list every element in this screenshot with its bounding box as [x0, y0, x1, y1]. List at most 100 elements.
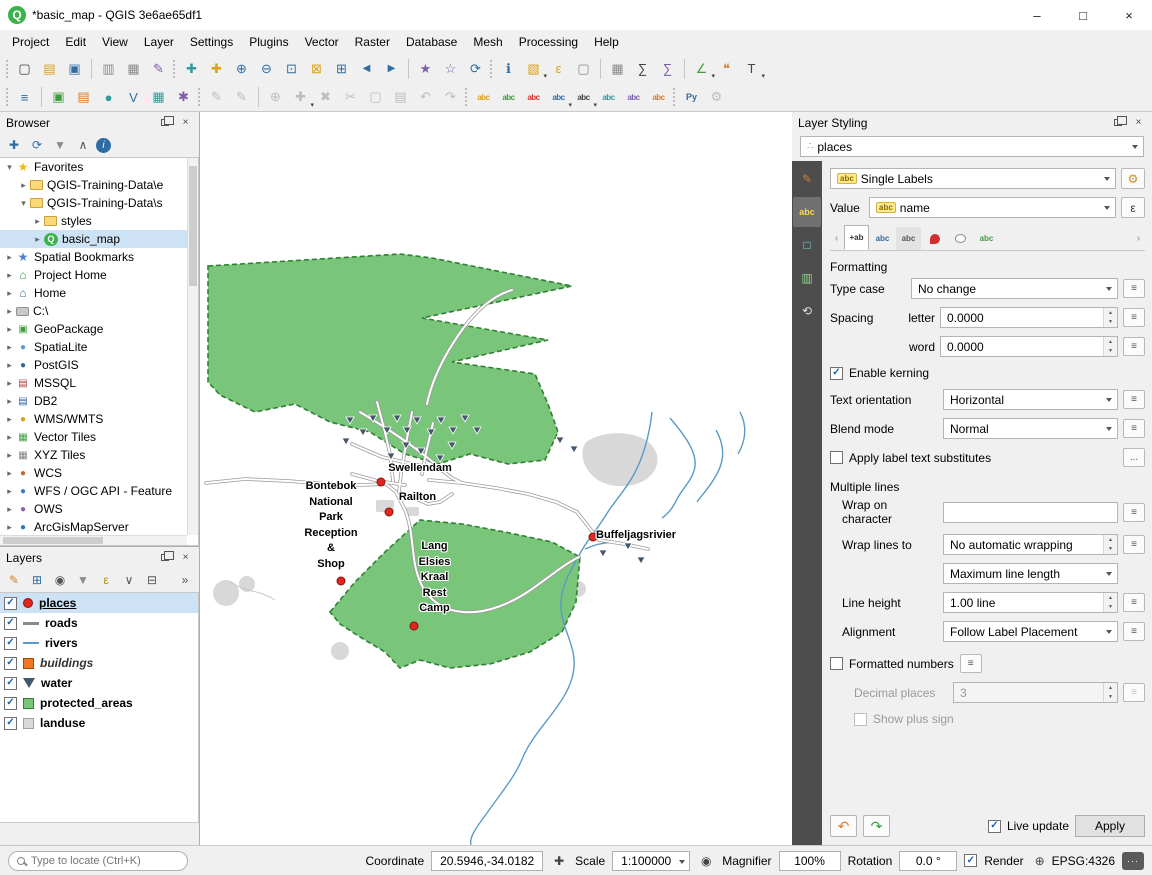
layer-diagram-options-button[interactable]: abc: [497, 86, 520, 109]
open-data-source-manager-button[interactable]: ≡: [13, 86, 36, 109]
wrap-character-input[interactable]: [943, 502, 1118, 523]
browser-horizontal-scrollbar[interactable]: [0, 535, 187, 545]
layer-visibility-checkbox[interactable]: ✓: [4, 617, 17, 630]
decimal-places-spinbox[interactable]: 3 ▲▼: [953, 682, 1118, 703]
expand-arrow-icon[interactable]: ▸: [3, 432, 16, 443]
expand-arrow-icon[interactable]: ▸: [3, 342, 16, 353]
live-update-checkbox[interactable]: ✓: [988, 820, 1001, 833]
toolbar-grip[interactable]: [490, 60, 492, 78]
browser-item-arcgismapserver[interactable]: ▸●ArcGisMapServer: [0, 518, 187, 535]
menu-vector[interactable]: Vector: [297, 32, 347, 52]
vertex-tool-button[interactable]: ✚▾: [289, 86, 312, 109]
change-label-properties-button[interactable]: abc: [647, 86, 670, 109]
deselect-all-button[interactable]: ▢: [572, 57, 595, 80]
new-project-button[interactable]: ▢: [13, 57, 36, 80]
blend-mode-override-button[interactable]: ≡: [1123, 419, 1145, 438]
toolbar-grip[interactable]: [198, 88, 200, 106]
browser-item-vector-tiles[interactable]: ▸▦Vector Tiles: [0, 428, 187, 446]
maximize-button[interactable]: □: [1060, 0, 1106, 30]
menu-plugins[interactable]: Plugins: [241, 32, 296, 52]
expand-arrow-icon[interactable]: ▸: [3, 468, 16, 479]
map-tips-button[interactable]: ❝: [715, 57, 738, 80]
browser-item-qgis-training-data-e[interactable]: ▸QGIS-Training-Data\e: [0, 176, 187, 194]
expand-arrow-icon[interactable]: ▸: [3, 414, 16, 425]
wrap-lines-spinbox[interactable]: No automatic wrapping ▲▼: [943, 534, 1118, 555]
expand-arrow-icon[interactable]: ▸: [3, 306, 16, 317]
processing-toolbox-button[interactable]: ⚙: [705, 86, 728, 109]
python-console-button[interactable]: Py: [680, 86, 703, 109]
refresh-browser-icon[interactable]: ⟳: [27, 135, 47, 155]
menu-settings[interactable]: Settings: [182, 32, 241, 52]
layer-item-rivers[interactable]: ✓rivers: [0, 633, 198, 653]
save-layer-edits-button[interactable]: ✎: [230, 86, 253, 109]
apply-button[interactable]: Apply: [1075, 815, 1145, 837]
layer-item-places[interactable]: ✓places: [0, 593, 198, 613]
new-spatial-bookmark-button[interactable]: ★: [414, 57, 437, 80]
expand-arrow-icon[interactable]: ▸: [31, 216, 44, 227]
browser-item-geopackage[interactable]: ▸▣GeoPackage: [0, 320, 187, 338]
panel-overflow-icon[interactable]: »: [175, 570, 195, 590]
float-panel-icon[interactable]: [157, 116, 172, 130]
properties-widget-icon[interactable]: i: [96, 138, 111, 153]
browser-item-mssql[interactable]: ▸▤MSSQL: [0, 374, 187, 392]
expand-arrow-icon[interactable]: ▸: [3, 522, 16, 533]
tab-formatting[interactable]: +ab: [844, 225, 869, 250]
menu-layer[interactable]: Layer: [136, 32, 182, 52]
coordinate-box[interactable]: 20.5946,-34.0182: [431, 851, 543, 871]
zoom-full-extent-button[interactable]: ⊡: [280, 57, 303, 80]
remove-layer-icon[interactable]: ⊟: [142, 570, 162, 590]
show-hide-labels-button[interactable]: abc▾: [572, 86, 595, 109]
close-panel-icon[interactable]: ×: [178, 116, 193, 130]
formatted-numbers-override-button[interactable]: ≡: [960, 654, 982, 673]
toolbar-grip[interactable]: [465, 88, 467, 106]
close-panel-icon[interactable]: ×: [178, 551, 193, 565]
filter-browser-icon[interactable]: ▼: [50, 135, 70, 155]
magnifier-spinbox[interactable]: 100%: [779, 851, 841, 871]
layer-visibility-checkbox[interactable]: ✓: [4, 717, 17, 730]
browser-item-home[interactable]: ▸⌂Home: [0, 284, 187, 302]
pan-map-button[interactable]: ✚: [180, 57, 203, 80]
line-height-override-button[interactable]: ≡: [1123, 593, 1145, 612]
expand-arrow-icon[interactable]: ▸: [31, 234, 44, 245]
zoom-to-selection-button[interactable]: ⊠: [305, 57, 328, 80]
tab-labels[interactable]: abc: [793, 197, 821, 227]
automated-placement-settings-button[interactable]: ⚙: [1121, 168, 1145, 189]
tab-symbology[interactable]: ✎: [793, 164, 821, 194]
layer-item-roads[interactable]: ✓roads: [0, 613, 198, 633]
value-selector[interactable]: abc name: [869, 197, 1116, 218]
pan-to-selection-button[interactable]: ✚: [205, 57, 228, 80]
statistical-summary-button[interactable]: ∑: [656, 57, 679, 80]
browser-item-wcs[interactable]: ▸●WCS: [0, 464, 187, 482]
expand-arrow-icon[interactable]: ▸: [3, 486, 16, 497]
show-bookmarks-button[interactable]: ☆: [439, 57, 462, 80]
menu-help[interactable]: Help: [586, 32, 627, 52]
highlight-pinned-labels-button[interactable]: abc: [522, 86, 545, 109]
type-case-override-button[interactable]: ≡: [1123, 279, 1145, 298]
alignment-selector[interactable]: Follow Label Placement: [943, 621, 1118, 642]
new-print-layout-button[interactable]: ▥: [97, 57, 120, 80]
expand-arrow-icon[interactable]: ▾: [17, 198, 30, 209]
delete-selected-button[interactable]: ✖: [314, 86, 337, 109]
scale-combobox[interactable]: 1:100000: [612, 851, 690, 871]
menu-processing[interactable]: Processing: [511, 32, 586, 52]
identify-features-button[interactable]: ℹ: [497, 57, 520, 80]
browser-item-db2[interactable]: ▸▤DB2: [0, 392, 187, 410]
scroll-tabs-right-icon[interactable]: ›: [1132, 227, 1145, 250]
letter-spacing-override-button[interactable]: ≡: [1123, 308, 1145, 327]
style-manager-button[interactable]: ✎: [147, 57, 170, 80]
new-spatialite-layer-button[interactable]: ●: [97, 86, 120, 109]
wrap-character-override-button[interactable]: ≡: [1123, 503, 1145, 522]
tab-background[interactable]: abc: [896, 227, 921, 250]
redo-button[interactable]: ↷: [439, 86, 462, 109]
menu-mesh[interactable]: Mesh: [465, 32, 510, 52]
expand-arrow-icon[interactable]: ▸: [3, 288, 16, 299]
expand-arrow-icon[interactable]: ▸: [3, 450, 16, 461]
layer-visibility-checkbox[interactable]: ✓: [4, 697, 17, 710]
layer-item-buildings[interactable]: ✓buildings: [0, 653, 198, 673]
layer-item-protected-areas[interactable]: ✓protected_areas: [0, 693, 198, 713]
browser-item-c[interactable]: ▸C:\: [0, 302, 187, 320]
toolbar-grip[interactable]: [673, 88, 675, 106]
expand-arrow-icon[interactable]: ▾: [3, 162, 16, 173]
zoom-next-button[interactable]: ▶: [380, 57, 403, 80]
tab-callouts[interactable]: [948, 227, 973, 250]
